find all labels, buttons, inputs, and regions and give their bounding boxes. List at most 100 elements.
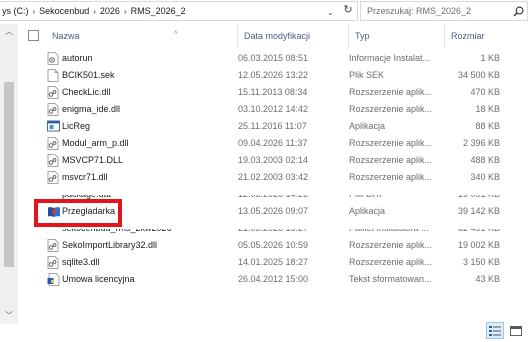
file-size: 88 KB bbox=[475, 121, 500, 131]
settings-file-icon bbox=[47, 52, 59, 65]
toolbar: ys (C:) › Sekocenbud › 2026 › RMS_2026_2… bbox=[0, 0, 528, 22]
file-type: Rozszerzenie aplik... bbox=[349, 87, 433, 97]
application-icon bbox=[47, 120, 60, 133]
search-icon[interactable] bbox=[509, 2, 527, 20]
scroll-up-icon[interactable]: ︿ bbox=[0, 26, 18, 38]
file-date: 15.11.2013 08:34 bbox=[238, 87, 308, 97]
file-date: 25.11.2016 11:07 bbox=[238, 121, 307, 131]
file-type: Rozszerzenie aplik... bbox=[349, 257, 433, 267]
file-size: 19 001 KB bbox=[457, 189, 500, 199]
chevron-right-icon: › bbox=[32, 6, 36, 16]
file-type: Plik SEK bbox=[349, 70, 385, 80]
list-item[interactable]: MSVCP71.DLL 19.03.2003 02:14 Rozszerzeni… bbox=[20, 152, 528, 169]
file-size: 1 KB bbox=[480, 53, 500, 63]
list-item[interactable]: CheckLic.dll 15.11.2013 08:34 Rozszerzen… bbox=[20, 84, 528, 101]
column-date[interactable]: Data modyfikacji bbox=[238, 24, 349, 48]
file-date: 14.01.2025 18:27 bbox=[238, 257, 309, 267]
list-item[interactable]: Umowa licencyjna 26.04.2012 15:00 Tekst … bbox=[20, 271, 528, 288]
dll-icon bbox=[47, 239, 59, 252]
file-size: 39 142 KB bbox=[457, 206, 500, 216]
file-size: 488 KB bbox=[470, 155, 500, 165]
file-type: Rozszerzenie aplik... bbox=[349, 155, 433, 165]
file-date: 09.04.2026 11:37 bbox=[238, 138, 308, 148]
file-name: Modul_arm_p.dll bbox=[62, 138, 129, 148]
file-date: 03.10.2012 14:42 bbox=[238, 104, 309, 114]
dll-icon bbox=[47, 171, 59, 184]
file-size: 19 002 KB bbox=[457, 240, 500, 250]
file-type: Aplikacja bbox=[349, 206, 386, 216]
column-name[interactable]: Nazwa ^ bbox=[46, 24, 238, 48]
search-input[interactable]: Przeszukaj: RMS_2026_2 bbox=[367, 6, 509, 16]
file-name: sqlite3.dll bbox=[62, 257, 100, 267]
search-box[interactable]: Przeszukaj: RMS_2026_2 bbox=[360, 1, 528, 21]
file-list: autorun 06.03.2015 08:51 Informacje Inst… bbox=[20, 50, 528, 288]
file-type: Rozszerzenie aplik... bbox=[349, 104, 433, 114]
file-size: 18 KB bbox=[475, 104, 500, 114]
file-type: Plik DAT bbox=[349, 189, 384, 199]
select-all-checkbox[interactable] bbox=[28, 30, 39, 41]
list-item[interactable]: BCIK501.sek 12.05.2026 13:22 Plik SEK 34… bbox=[20, 67, 528, 84]
list-item[interactable]: msvcr71.dll 21.02.2003 03:42 Rozszerzeni… bbox=[20, 169, 528, 186]
column-header: Nazwa ^ Data modyfikacji Typ Rozmiar bbox=[20, 24, 528, 48]
file-name: autorun bbox=[62, 53, 93, 63]
file-icon bbox=[47, 69, 59, 82]
file-name: MSVCP71.DLL bbox=[62, 155, 124, 165]
file-date: 05.05.2026 10:59 bbox=[238, 240, 309, 250]
list-item[interactable]: Modul_arm_p.dll 09.04.2026 11:37 Rozszer… bbox=[20, 135, 528, 152]
file-date: 12.05.2026 14:26 bbox=[238, 189, 309, 199]
file-date: 21.05.2026 15:27 bbox=[238, 223, 309, 233]
dll-icon bbox=[47, 256, 59, 269]
sort-up-icon: ^ bbox=[174, 31, 178, 38]
view-switcher bbox=[486, 322, 525, 340]
file-name: enigma_ide.dll bbox=[62, 104, 121, 114]
list-item[interactable]: SekoImportLibrary32.dll 05.05.2026 10:59… bbox=[20, 237, 528, 254]
dll-icon bbox=[47, 103, 59, 116]
file-date: 19.03.2003 02:14 bbox=[238, 155, 309, 165]
breadcrumb-drive[interactable]: ys (C:) bbox=[2, 6, 29, 16]
file-type: Rozszerzenie aplik... bbox=[349, 240, 433, 250]
chevron-right-icon: › bbox=[93, 6, 96, 16]
scrollbar-thumb[interactable] bbox=[4, 82, 14, 267]
vertical-scrollbar[interactable]: ︿ ﹀ bbox=[0, 24, 18, 324]
file-type: Tekst sformatowan... bbox=[349, 274, 432, 284]
file-date: 26.04.2012 15:00 bbox=[238, 274, 309, 284]
file-name: Umowa licencyjna bbox=[62, 274, 135, 284]
details-view-icon[interactable] bbox=[486, 322, 504, 339]
breadcrumb-rms[interactable]: RMS_2026_2 bbox=[131, 6, 186, 16]
file-size: 34 500 KB bbox=[457, 70, 500, 80]
file-type: Aplikacja bbox=[349, 121, 386, 131]
file-name: BCIK501.sek bbox=[62, 70, 115, 80]
file-date: 12.05.2026 13:22 bbox=[238, 70, 309, 80]
file-size: 340 KB bbox=[470, 172, 500, 182]
chevron-down-icon[interactable]: ⌄ bbox=[327, 8, 334, 17]
large-icons-view-icon[interactable] bbox=[507, 322, 525, 339]
column-type[interactable]: Typ bbox=[349, 24, 445, 48]
file-date: 13.05.2026 09:07 bbox=[238, 206, 309, 216]
file-name: SekoImportLibrary32.dll bbox=[62, 240, 158, 250]
refresh-icon[interactable]: ↻ bbox=[340, 3, 356, 17]
file-type: Rozszerzenie aplik... bbox=[349, 138, 433, 148]
chevron-right-icon: › bbox=[123, 6, 127, 16]
file-type: Informacje Instalat... bbox=[349, 53, 431, 63]
file-size: 43 KB bbox=[475, 274, 500, 284]
scroll-down-icon[interactable]: ﹀ bbox=[0, 310, 18, 322]
file-size: 82 491 KB bbox=[457, 223, 500, 233]
file-date: 21.02.2003 03:42 bbox=[238, 172, 309, 182]
list-item[interactable]: LicReg 25.11.2016 11:07 Aplikacja 88 KB bbox=[20, 118, 528, 135]
file-size: 3 150 KB bbox=[462, 257, 500, 267]
dll-icon bbox=[47, 86, 59, 99]
file-type: Rozszerzenie aplik... bbox=[349, 172, 433, 182]
document-icon bbox=[47, 273, 60, 286]
dll-icon bbox=[47, 137, 59, 150]
file-name: CheckLic.dll bbox=[62, 87, 111, 97]
list-item[interactable]: sqlite3.dll 14.01.2025 18:27 Rozszerzeni… bbox=[20, 254, 528, 271]
breadcrumb-2026[interactable]: 2026 bbox=[100, 6, 120, 16]
list-item[interactable]: enigma_ide.dll 03.10.2012 14:42 Rozszerz… bbox=[20, 101, 528, 118]
list-item[interactable]: autorun 06.03.2015 08:51 Informacje Inst… bbox=[20, 50, 528, 67]
file-date: 06.03.2015 08:51 bbox=[238, 53, 309, 63]
breadcrumb-sekocenbud[interactable]: Sekocenbud bbox=[39, 6, 89, 16]
column-size[interactable]: Rozmiar bbox=[445, 24, 505, 48]
file-size: 470 KB bbox=[470, 87, 500, 97]
file-type: Pakiet Instalatora ... bbox=[349, 223, 429, 233]
address-bar[interactable]: ys (C:) › Sekocenbud › 2026 › RMS_2026_2… bbox=[0, 1, 358, 21]
